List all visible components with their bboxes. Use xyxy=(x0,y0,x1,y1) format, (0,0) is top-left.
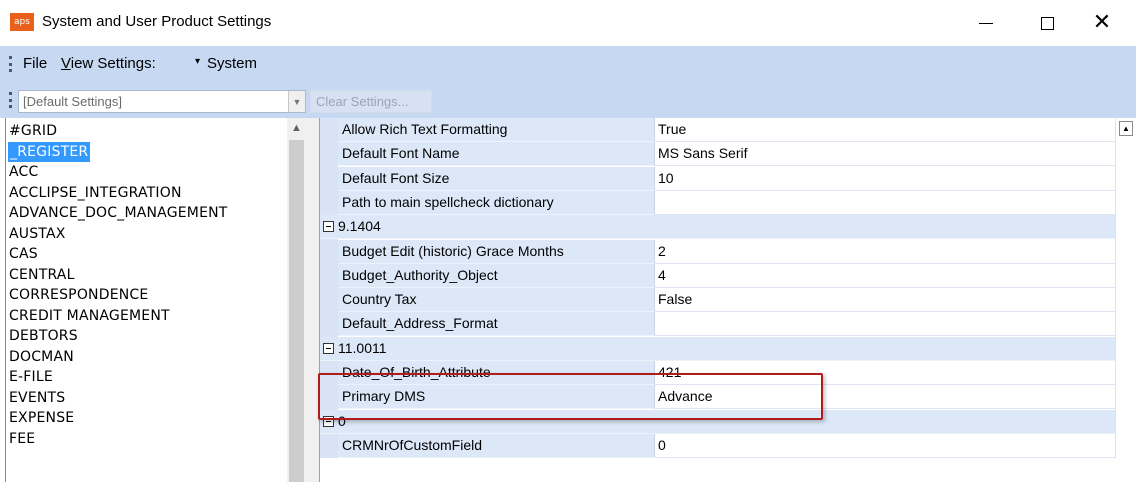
property-name[interactable]: Country Tax xyxy=(338,288,655,313)
property-grid-empty-area xyxy=(320,458,1136,482)
property-name[interactable]: Allow Rich Text Formatting xyxy=(338,118,655,142)
property-value[interactable] xyxy=(655,312,1115,337)
property-grid-scrollbar[interactable]: ▲ xyxy=(1115,118,1136,458)
minimize-icon xyxy=(979,22,993,24)
property-row[interactable]: Budget Edit (historic) Grace Months 2 xyxy=(338,239,1115,264)
settings-combo-value: [Default Settings] xyxy=(23,94,122,109)
category-row[interactable]: 9.1404 xyxy=(320,215,1115,240)
property-row[interactable]: Budget_Authority_Object 4 xyxy=(338,263,1115,288)
property-value[interactable] xyxy=(655,190,1115,215)
product-list-item[interactable]: CREDIT MANAGEMENT xyxy=(8,306,170,326)
dropdown-arrow-icon[interactable]: ▾ xyxy=(195,56,200,67)
menu-view-settings-mnemonic: V xyxy=(61,55,71,72)
property-value[interactable]: True xyxy=(655,118,1115,142)
property-grid: Allow Rich Text Formatting True Default Fo… xyxy=(320,118,1136,482)
toolbar: [Default Settings] ▼ Clear Settings... xyxy=(0,82,1136,118)
property-row[interactable]: Allow Rich Text Formatting True xyxy=(338,118,1115,142)
property-name[interactable]: Default Font Name xyxy=(338,142,655,167)
product-list-item[interactable]: AUSTAX xyxy=(8,224,66,244)
category-label: 11.0011 xyxy=(338,339,387,356)
scroll-up-arrow-icon[interactable]: ▲ xyxy=(1119,121,1133,136)
property-row[interactable]: Path to main spellcheck dictionary xyxy=(338,190,1115,215)
product-list-item[interactable]: E-FILE xyxy=(8,367,53,387)
scroll-thumb[interactable] xyxy=(289,140,304,482)
collapse-toggle-icon[interactable] xyxy=(323,342,334,354)
product-list-item[interactable]: CENTRAL xyxy=(8,265,75,285)
minimize-button[interactable] xyxy=(963,0,1009,46)
close-button[interactable]: ✕ xyxy=(1079,0,1125,46)
property-value[interactable]: 2 xyxy=(655,239,1115,264)
primary-dms-highlight-box xyxy=(318,373,823,420)
property-name[interactable]: Default_Address_Format xyxy=(338,312,655,337)
product-list-item[interactable]: FEE xyxy=(8,429,35,449)
toolbar-grip-handle[interactable] xyxy=(9,92,12,108)
property-row[interactable]: Country Tax False xyxy=(338,288,1115,313)
property-value[interactable]: 4 xyxy=(655,263,1115,288)
property-value[interactable]: 10 xyxy=(655,166,1115,191)
product-list-item[interactable]: EXPENSE xyxy=(8,408,74,428)
maximize-button[interactable] xyxy=(1024,0,1070,46)
maximize-icon xyxy=(1040,16,1054,30)
collapse-toggle-icon[interactable] xyxy=(323,221,334,233)
product-list-item[interactable]: CORRESPONDENCE xyxy=(8,285,148,305)
menu-view-settings-label: iew Settings: xyxy=(70,55,156,72)
property-row[interactable]: Default Font Name MS Sans Serif xyxy=(338,142,1115,167)
menu-bar: File View Settings: ▾ System xyxy=(0,46,1136,82)
chevron-down-icon[interactable]: ▼ xyxy=(288,91,305,112)
property-name[interactable]: Path to main spellcheck dictionary xyxy=(338,190,655,215)
property-row[interactable]: Default Font Size 10 xyxy=(338,166,1115,191)
property-name[interactable]: Budget Edit (historic) Grace Months xyxy=(338,239,655,264)
clear-settings-button[interactable]: Clear Settings... xyxy=(310,90,432,113)
category-row[interactable]: 11.0011 xyxy=(320,336,1115,361)
app-logo-icon: aps xyxy=(10,13,34,31)
property-value[interactable]: MS Sans Serif xyxy=(655,142,1115,167)
product-list-item[interactable]: _REGISTER xyxy=(6,140,92,163)
product-list-scrollbar[interactable]: ▲ xyxy=(287,118,306,482)
property-name[interactable]: Budget_Authority_Object xyxy=(338,263,655,288)
window-title: System and User Product Settings xyxy=(42,13,272,30)
close-icon: ✕ xyxy=(1092,10,1112,35)
product-list-item[interactable]: DOCMAN xyxy=(8,347,74,367)
menu-file[interactable]: File xyxy=(23,55,47,72)
product-list-item[interactable]: #GRID xyxy=(8,121,57,141)
property-name[interactable]: Default Font Size xyxy=(338,166,655,191)
pane-splitter[interactable] xyxy=(306,118,320,482)
product-list[interactable]: #GRID _REGISTER ACC ACCLIPSE_INTEGRATION ADV… xyxy=(0,118,306,482)
property-row[interactable]: CRMNrOfCustomField 0 xyxy=(338,433,1115,458)
property-value[interactable]: False xyxy=(655,288,1115,313)
menu-view-settings[interactable]: View Settings: xyxy=(61,55,156,72)
menu-grip-handle[interactable] xyxy=(9,56,12,72)
property-row[interactable]: Default_Address_Format xyxy=(338,312,1115,337)
category-label: 9.1404 xyxy=(338,218,381,235)
title-bar: aps System and User Product Settings ✕ xyxy=(0,0,1136,46)
menu-system[interactable]: System xyxy=(207,55,257,72)
product-list-item[interactable]: DEBTORS xyxy=(8,326,78,346)
product-list-item[interactable]: CAS xyxy=(8,244,38,264)
product-list-item[interactable]: ACC xyxy=(8,162,38,182)
settings-window: aps System and User Product Settings ✕ F… xyxy=(0,0,1136,482)
property-name[interactable]: CRMNrOfCustomField xyxy=(338,433,655,458)
product-list-item[interactable]: ADVANCE_DOC_MANAGEMENT xyxy=(8,203,228,223)
product-list-item[interactable]: EVENTS xyxy=(8,388,65,408)
clear-settings-label: Clear Settings... xyxy=(316,94,409,109)
property-value[interactable]: 0 xyxy=(655,433,1115,458)
scroll-up-arrow-icon[interactable]: ▲ xyxy=(287,118,306,138)
product-list-item[interactable]: ACCLIPSE_INTEGRATION xyxy=(8,183,182,203)
settings-combo[interactable]: [Default Settings] ▼ xyxy=(18,90,306,113)
